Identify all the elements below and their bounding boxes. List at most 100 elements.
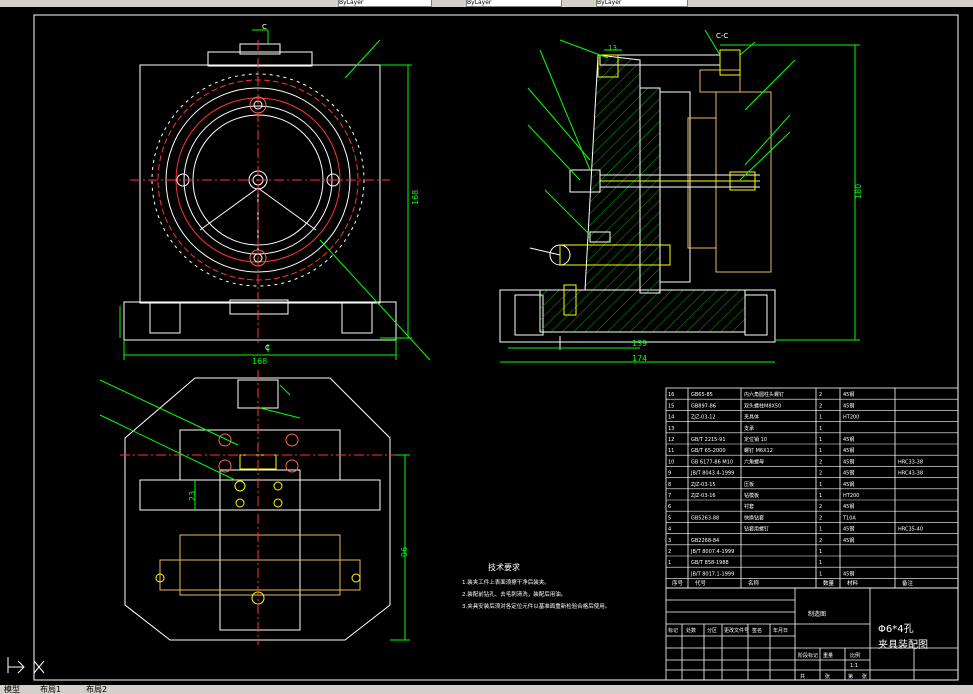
bom-cell: 12: [668, 437, 674, 443]
bom-cell: 1: [819, 415, 822, 421]
bom-cell: 支承: [744, 425, 754, 432]
bom-cell: 2: [819, 515, 822, 521]
bom-cell: 1: [819, 426, 822, 432]
bom-header-cell: 名称: [748, 579, 760, 587]
dim-top-96: 96: [400, 547, 409, 557]
tab-layout1[interactable]: 布局1: [40, 685, 61, 694]
tb-sheet-total-prefix: 共: [800, 673, 805, 680]
bom-cell: T10A: [842, 515, 856, 521]
bom-cell: 六角螺母: [744, 458, 764, 465]
bom-cell: 定位销 10: [744, 436, 767, 443]
bom-cell: 10: [668, 459, 674, 465]
bom-header-cell: 代号: [695, 579, 707, 587]
bom-cell: 双头螺柱M8X50: [744, 402, 781, 409]
bom-cell: HT200: [843, 415, 859, 421]
bom-cell: 45钢: [843, 503, 854, 510]
bom-cell: 钻模板: [744, 492, 759, 499]
properties-icon[interactable]: [70, 0, 80, 7]
bom-cell: 45钢: [843, 447, 854, 454]
tb-label-mark: 标记: [668, 627, 678, 634]
bom-cell: 1: [819, 571, 822, 577]
bom-cell: 16: [668, 392, 674, 398]
linetype-combo[interactable]: ByLayer: [466, 0, 562, 7]
bom-cell: 2: [819, 538, 822, 544]
bom-cell: HRC35-40: [898, 527, 923, 533]
tb-sheet-num-suffix: 张: [862, 673, 867, 680]
bom-cell: 1: [819, 493, 822, 499]
bom-cell: GB897-86: [691, 403, 716, 409]
top-view: [120, 370, 395, 645]
bom-cell: 2: [819, 392, 822, 398]
bom-cell: 14: [668, 415, 674, 421]
markup-icon[interactable]: [146, 0, 156, 7]
tab-model[interactable]: 模型: [4, 685, 20, 694]
tb-label-stage: 阶段标记: [798, 652, 818, 659]
sheet-set-icon[interactable]: [130, 0, 140, 7]
bom-cell: HT200: [843, 493, 859, 499]
bom-cell: GB2268-84: [691, 538, 719, 544]
help-icon[interactable]: [258, 0, 268, 7]
tb-sheet-total-suffix: 张: [825, 673, 830, 680]
tool-palette-icon[interactable]: [112, 0, 122, 7]
bom-cell: 1: [819, 560, 822, 566]
layer-combo[interactable]: ByLayer: [338, 0, 432, 7]
front-view: [119, 40, 397, 345]
section-label-cc: C-C: [716, 32, 728, 40]
tb-label-sign: 签名: [752, 627, 762, 634]
linetype-icon[interactable]: [450, 0, 460, 7]
design-center-icon[interactable]: [88, 0, 98, 7]
bom-cell: 2: [819, 459, 822, 465]
bom-cell: ZJZ-03-16: [691, 493, 716, 499]
tb-label-change-doc: 更改文件号: [724, 627, 749, 634]
bom-cell: JB/T 8017.1-1999: [690, 571, 734, 577]
paint-icon[interactable]: [280, 0, 290, 7]
bom-header-cell: 数量: [823, 579, 835, 587]
part-name-1: Φ6*4孔: [878, 623, 914, 635]
bom-cell: 6: [668, 504, 671, 510]
layout-tabs: 模型 布局1 布局2: [0, 685, 973, 694]
undo-icon[interactable]: [2, 0, 12, 7]
tb-label-zone: 分区: [707, 627, 717, 634]
lineweight-icon[interactable]: [580, 0, 590, 7]
bom-cell: 1: [819, 448, 822, 454]
copy-icon[interactable]: [190, 0, 200, 7]
tb-label-weight: 重量: [823, 652, 833, 659]
bom-cell: 2: [819, 403, 822, 409]
bom-cell: 45钢: [843, 570, 854, 577]
bom-cell: 1: [819, 437, 822, 443]
pan-icon[interactable]: [30, 0, 40, 7]
bom-cell: 钻套用螺钉: [744, 526, 769, 533]
section-marker-top: C: [262, 23, 267, 31]
bom-cell: ZJZ-03-15: [691, 482, 716, 488]
bom-cell: 45钢: [843, 391, 854, 398]
bom-cell: HRC43-38: [898, 471, 923, 477]
tab-layout2[interactable]: 布局2: [86, 685, 107, 694]
bom-cell: 45钢: [843, 481, 854, 488]
bom-cell: 压板: [744, 481, 754, 488]
bom-cell: 2: [819, 471, 822, 477]
bom-cell: 45钢: [843, 526, 854, 533]
bom-cell: 夹具体: [744, 414, 759, 421]
paste-icon[interactable]: [212, 0, 222, 7]
ucs-icon: [7, 657, 45, 674]
dim-front-height: 168: [411, 190, 420, 205]
lineweight-combo[interactable]: ByLayer: [596, 0, 688, 7]
front-view-leaders: [123, 29, 431, 361]
drawing-canvas[interactable]: C C 168 168 C-C 13 139 174 180 23 96 技术要…: [0, 7, 973, 685]
dim-side-height: 180: [854, 184, 863, 199]
refresh-icon[interactable]: [52, 0, 62, 7]
dim-top-23: 23: [188, 491, 197, 501]
bom-cell: 45钢: [843, 436, 854, 443]
layer-icon[interactable]: [236, 0, 246, 7]
match-properties-icon[interactable]: [322, 0, 332, 7]
bom-cell: 1: [819, 482, 822, 488]
bom-cell: HRC33-38: [898, 459, 923, 465]
bom-header-cell: 备注: [902, 579, 914, 587]
bom-cell: GB5263-88: [691, 515, 719, 521]
arrow-down-icon[interactable]: [16, 0, 26, 7]
notes-title: 技术要求: [488, 562, 520, 572]
calculator-icon[interactable]: [168, 0, 178, 7]
bom-cell: 11: [668, 448, 674, 454]
title-block-zhizao: 制造图: [808, 610, 826, 618]
bom-cell: 2: [819, 504, 822, 510]
